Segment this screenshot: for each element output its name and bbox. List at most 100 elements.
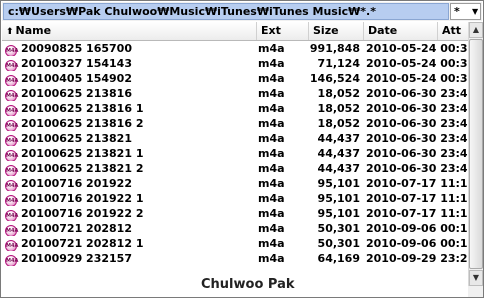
file-row[interactable]: M4A 20100929 232157 m4a 64,169 2010-09-29 23… [2,251,468,266]
file-date: 2010-07-17 11:16 [366,177,468,190]
file-icon-badge: M4A [5,240,18,251]
file-icon-badge: M4A [5,45,18,56]
column-header-date-label: Date [368,24,398,37]
file-name: 20100625 213821 1 [21,147,144,160]
file-row[interactable]: M4A 20090825 165700 m4a 991,848 2010-05-24 0… [2,41,468,56]
file-row[interactable]: M4A 20100716 201922 2 m4a 95,101 2010-07-17 … [2,206,468,221]
column-header-ext-label: Ext [261,24,281,37]
file-icon-badge: M4A [5,105,18,116]
file-row[interactable]: M4A 20100721 202812 m4a 50,301 2010-09-06 00… [2,221,468,236]
file-name: 20100716 201922 [21,177,132,190]
column-header-size[interactable]: Size [309,22,364,40]
file-icon-badge: M4A [5,135,18,146]
file-name: 20100716 201922 2 [21,207,144,220]
m4a-file-icon: M4A [5,176,19,191]
file-size: 95,101 [317,177,360,190]
file-size: 50,301 [317,222,360,235]
file-ext: m4a [258,222,285,235]
resize-grip[interactable] [468,286,483,297]
m4a-file-icon: M4A [5,206,19,221]
file-ext: m4a [258,42,285,55]
column-header: ⬆ Name Ext Size Date Att [2,22,468,41]
file-icon-badge: M4A [5,255,18,266]
file-date: 2010-05-24 00:30 [366,42,468,55]
file-ext: m4a [258,102,285,115]
file-row[interactable]: M4A 20100327 154143 m4a 71,124 2010-05-24 00… [2,56,468,71]
column-header-name-label: Name [15,24,52,37]
m4a-file-icon: M4A [5,146,19,161]
file-row[interactable]: M4A 20100625 213821 1 m4a 44,437 2010-06-30 … [2,146,468,161]
file-date: 2010-05-24 00:30 [366,72,468,85]
file-row[interactable]: M4A 20100716 201922 m4a 95,101 2010-07-17 11… [2,176,468,191]
file-name: 20100625 213821 [21,132,132,145]
file-size: 18,052 [317,117,360,130]
file-ext: m4a [258,117,285,130]
column-header-size-label: Size [313,24,339,37]
file-icon-badge: M4A [5,75,18,86]
file-size: 44,437 [317,147,360,160]
scroll-up-button[interactable]: ▲ [469,22,483,38]
file-list: M4A 20090825 165700 m4a 991,848 2010-05-24 0… [2,41,468,285]
file-row[interactable]: M4A 20100625 213821 m4a 44,437 2010-06-30 23… [2,131,468,146]
file-ext: m4a [258,237,285,250]
m4a-file-icon: M4A [5,101,19,116]
column-header-attr[interactable]: Att [438,22,468,40]
file-name: 20100721 202812 [21,222,132,235]
file-icon-badge: M4A [5,90,18,101]
file-name: 20100716 201922 1 [21,192,144,205]
file-ext: m4a [258,162,285,175]
file-panel: c:₩Users₩Pak Chulwoo₩Music₩iTunes₩iTunes… [0,0,484,298]
file-date: 2010-07-17 11:16 [366,192,468,205]
file-row[interactable]: M4A 20100716 201922 1 m4a 95,101 2010-07-17 … [2,191,468,206]
file-size: 95,101 [317,207,360,220]
column-header-attr-label: Att [442,24,462,37]
filter-value: * [454,5,460,18]
file-date: 2010-06-30 23:47 [366,162,468,175]
file-size: 18,052 [317,102,360,115]
file-ext: m4a [258,177,285,190]
file-date: 2010-05-24 00:30 [366,57,468,70]
file-date: 2010-06-30 23:47 [366,87,468,100]
current-path[interactable]: c:₩Users₩Pak Chulwoo₩Music₩iTunes₩iTunes… [3,3,449,20]
current-path-text: c:₩Users₩Pak Chulwoo₩Music₩iTunes₩iTunes… [8,5,376,18]
file-name: 20100625 213816 2 [21,117,144,130]
file-size: 991,848 [309,42,360,55]
m4a-file-icon: M4A [5,86,19,101]
file-icon-badge: M4A [5,120,18,131]
file-icon-badge: M4A [5,195,18,206]
file-ext: m4a [258,132,285,145]
file-date: 2010-09-06 00:15 [366,237,468,250]
file-row[interactable]: M4A 20100405 154902 m4a 146,524 2010-05-24 0… [2,71,468,86]
file-size: 44,437 [317,132,360,145]
m4a-file-icon: M4A [5,131,19,146]
m4a-file-icon: M4A [5,191,19,206]
file-date: 2010-09-29 23:24 [366,252,468,265]
file-date: 2010-07-17 11:16 [366,207,468,220]
m4a-file-icon: M4A [5,251,19,266]
file-row[interactable]: M4A 20100625 213821 2 m4a 44,437 2010-06-30 … [2,161,468,176]
file-ext: m4a [258,252,285,265]
file-ext: m4a [258,57,285,70]
file-row[interactable]: M4A 20100625 213816 m4a 18,052 2010-06-30 23… [2,86,468,101]
m4a-file-icon: M4A [5,56,19,71]
column-header-date[interactable]: Date [364,22,438,40]
file-size: 95,101 [317,192,360,205]
file-row[interactable]: M4A 20100625 213816 1 m4a 18,052 2010-06-30 … [2,101,468,116]
m4a-file-icon: M4A [5,71,19,86]
watermark: Chulwoo Pak [201,277,295,292]
scroll-down-button[interactable]: ▼ [469,270,483,286]
file-row[interactable]: M4A 20100721 202812 1 m4a 50,301 2010-09-06 … [2,236,468,251]
column-header-ext[interactable]: Ext [257,22,309,40]
file-icon-badge: M4A [5,180,18,191]
m4a-file-icon: M4A [5,116,19,131]
filter-dropdown[interactable]: * ▼ [450,3,481,20]
column-header-name[interactable]: ⬆ Name [2,22,257,40]
scroll-thumb[interactable] [469,39,483,269]
file-ext: m4a [258,87,285,100]
vertical-scrollbar[interactable]: ▲ ▼ [468,22,483,286]
path-bar: c:₩Users₩Pak Chulwoo₩Music₩iTunes₩iTunes… [2,2,482,21]
file-icon-badge: M4A [5,165,18,176]
file-ext: m4a [258,147,285,160]
file-size: 44,437 [317,162,360,175]
file-row[interactable]: M4A 20100625 213816 2 m4a 18,052 2010-06-30 … [2,116,468,131]
